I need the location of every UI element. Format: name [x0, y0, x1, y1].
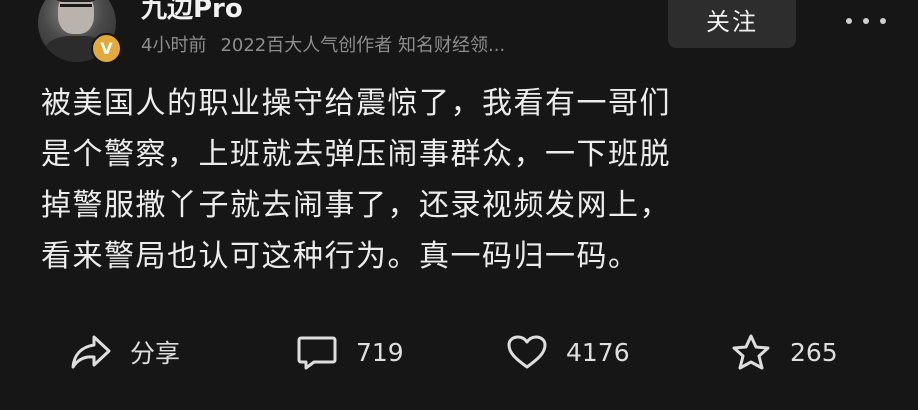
- action-bar: 分享 719 4176 265: [0, 322, 918, 382]
- heart-icon: [507, 335, 547, 369]
- comment-icon: [297, 336, 337, 370]
- post-text-line: 掉警服撒丫子就去闹事了，还录视频发网上，: [41, 188, 671, 223]
- follow-button[interactable]: 关注: [668, 0, 796, 48]
- verified-badge-icon: V: [91, 33, 122, 64]
- post-header: V 九边Pro 4小时前 2022百大人气创作者 知名财经领... 关注: [0, 0, 918, 72]
- share-label: 分享: [130, 339, 181, 368]
- author-name[interactable]: 九边Pro: [141, 0, 243, 25]
- avatar-glasses: [60, 4, 92, 15]
- more-options-icon[interactable]: [846, 16, 892, 30]
- author-meta: 4小时前 2022百大人气创作者 知名财经领...: [141, 31, 636, 57]
- post-text-line: 被美国人的职业操守给震惊了，我看有一哥们: [41, 86, 671, 121]
- post-time: 4小时前: [141, 35, 207, 56]
- star-icon: [732, 334, 770, 370]
- favorite-button[interactable]: 265: [730, 322, 838, 382]
- share-button[interactable]: 分享: [70, 322, 180, 382]
- post-text-line: 是个警察，上班就去弹压闹事群众，一下班脱: [41, 137, 671, 172]
- favorite-count: 265: [790, 337, 838, 367]
- comment-count: 719: [356, 337, 404, 367]
- share-icon: [71, 335, 111, 369]
- avatar-hair: [56, 0, 96, 2]
- like-button[interactable]: 4176: [506, 322, 630, 382]
- post-text-line: 看来警局也认可这种行为。真一码归一码。: [41, 239, 640, 274]
- comment-button[interactable]: 719: [296, 322, 404, 382]
- like-count: 4176: [566, 337, 630, 367]
- post-body: 被美国人的职业操守给震惊了，我看有一哥们 是个警察，上班就去弹压闹事群众，一下班…: [41, 78, 881, 282]
- author-title: 2022百大人气创作者 知名财经领...: [220, 35, 506, 56]
